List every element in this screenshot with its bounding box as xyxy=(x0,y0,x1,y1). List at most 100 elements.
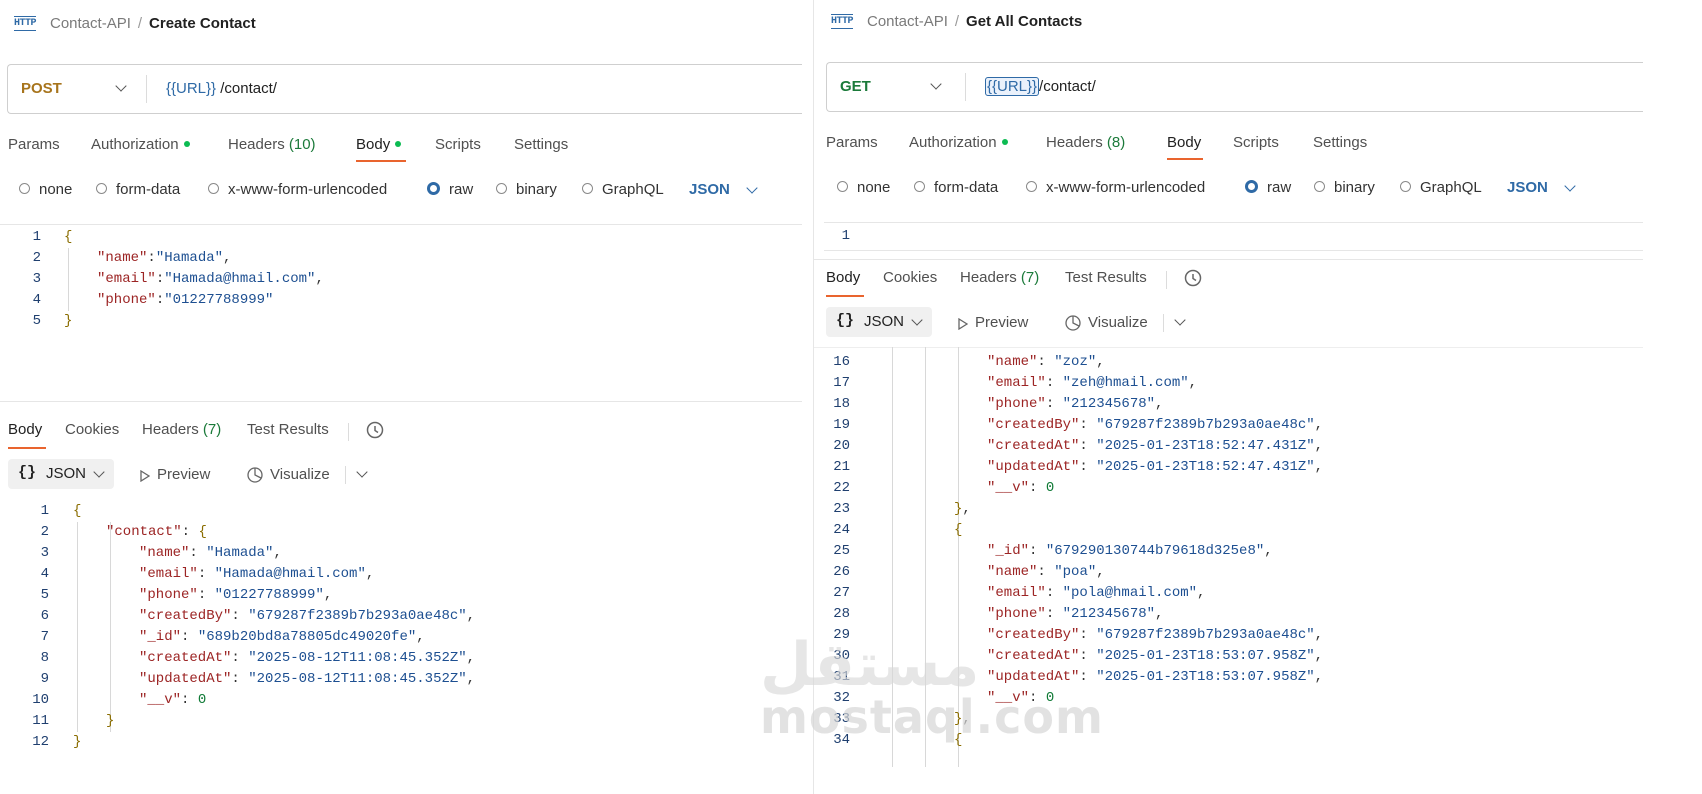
code-token: : xyxy=(1045,375,1063,391)
chevron-down-icon[interactable] xyxy=(746,182,758,194)
code-text: "__v": 0 xyxy=(987,478,1054,498)
chevron-down-icon[interactable] xyxy=(1174,314,1186,326)
line-number: 2 xyxy=(40,524,49,540)
tab-authorization[interactable]: Authorization xyxy=(91,136,190,153)
code-token: { xyxy=(64,229,73,245)
code-token: { xyxy=(198,524,207,540)
code-token: , xyxy=(1096,354,1105,370)
response-body-viewer[interactable]: 1{2 "contact": {3 "name": "Hamada", 4 "email… xyxy=(0,501,802,751)
breadcrumb-request[interactable]: Create Contact xyxy=(149,15,256,32)
request-body-editor[interactable]: 1 xyxy=(814,226,1643,250)
format-selector[interactable]: JSON xyxy=(689,181,730,198)
history-icon[interactable] xyxy=(1183,268,1203,293)
tab-body[interactable]: Body xyxy=(1167,134,1201,151)
code-line: 12} xyxy=(0,732,802,752)
code-text: "updatedAt": "2025-01-23T18:53:07.958Z", xyxy=(987,667,1323,687)
breadcrumb-request[interactable]: Get All Contacts xyxy=(966,13,1082,30)
url-path: /contact/ xyxy=(216,80,277,97)
response-format-button[interactable]: {} JSON xyxy=(8,459,114,489)
code-line: 16 "name": "zoz", xyxy=(814,352,1643,372)
response-format-button[interactable]: {} JSON xyxy=(826,307,932,337)
chevron-down-icon[interactable] xyxy=(930,78,942,90)
headers-count: (8) xyxy=(1106,134,1126,151)
line-number: 24 xyxy=(833,522,850,538)
code-token: , xyxy=(1314,648,1324,664)
code-token: "2025-01-23T18:52:47.431Z" xyxy=(1096,438,1315,454)
chevron-down-icon[interactable] xyxy=(115,80,127,92)
radio-form-data[interactable] xyxy=(914,181,925,192)
format-selector[interactable]: JSON xyxy=(1507,179,1548,196)
request-body-editor[interactable]: 1{2 "name":"Hamada", 3 "email":"Hamada@hmai… xyxy=(0,227,802,337)
response-tab-cookies[interactable]: Cookies xyxy=(883,269,937,286)
preview-button[interactable]: Preview xyxy=(958,314,1028,331)
divider xyxy=(0,401,802,402)
tab-scripts[interactable]: Scripts xyxy=(435,136,481,153)
visualize-button[interactable]: Visualize xyxy=(1064,314,1148,331)
divider xyxy=(814,259,1643,260)
code-text: "phone": "212345678", xyxy=(987,394,1163,414)
history-icon[interactable] xyxy=(365,420,385,445)
code-line: 25 "_id": "679290130744b79618d325e8", xyxy=(814,541,1643,561)
code-token: "2025-01-23T18:53:07.958Z" xyxy=(1096,669,1315,685)
response-format-label: JSON xyxy=(46,465,87,482)
label-graphql: GraphQL xyxy=(602,181,664,198)
code-token: : xyxy=(155,292,165,308)
line-number: 1 xyxy=(841,228,850,244)
code-text: "updatedAt": "2025-01-23T18:52:47.431Z", xyxy=(987,457,1323,477)
code-token: : xyxy=(1029,543,1046,559)
radio-raw[interactable] xyxy=(1245,180,1258,193)
code-text: { xyxy=(64,227,72,247)
response-tab-body[interactable]: Body xyxy=(826,269,860,286)
active-tab-indicator xyxy=(356,160,406,162)
chevron-down-icon[interactable] xyxy=(1564,180,1576,192)
tab-scripts[interactable]: Scripts xyxy=(1233,134,1279,151)
code-token: , xyxy=(1155,606,1164,622)
code-token: "01227788999" xyxy=(214,587,324,603)
url-input[interactable]: {{URL}} /contact/ xyxy=(166,80,277,97)
tab-settings[interactable]: Settings xyxy=(1313,134,1367,151)
radio-none[interactable] xyxy=(837,181,848,192)
code-token: "name" xyxy=(987,354,1038,370)
response-tab-cookies[interactable]: Cookies xyxy=(65,421,119,438)
code-token: "Hamada@hmail.com" xyxy=(164,271,316,287)
code-token: : xyxy=(1079,648,1097,664)
line-number: 4 xyxy=(40,566,49,582)
breadcrumb-collection[interactable]: Contact-API xyxy=(50,15,131,32)
response-tab-test-results[interactable]: Test Results xyxy=(247,421,329,438)
tab-params[interactable]: Params xyxy=(8,136,60,153)
tab-authorization[interactable]: Authorization xyxy=(909,134,1008,151)
tab-headers[interactable]: Headers (10) xyxy=(228,136,316,153)
radio-graphql[interactable] xyxy=(1400,181,1411,192)
code-token: "zeh@hmail.com" xyxy=(1062,375,1189,391)
tab-params[interactable]: Params xyxy=(826,134,878,151)
label-x-www-form-urlencoded: x-www-form-urlencoded xyxy=(228,181,388,198)
preview-button[interactable]: Preview xyxy=(140,466,210,483)
radio-x-www-form-urlencoded[interactable] xyxy=(208,183,219,194)
tab-body[interactable]: Body xyxy=(356,136,402,153)
radio-binary[interactable] xyxy=(1314,181,1325,192)
radio-binary[interactable] xyxy=(496,183,507,194)
divider xyxy=(824,222,1643,223)
url-input[interactable]: {{URL}}/contact/ xyxy=(985,77,1096,96)
response-tab-headers[interactable]: Headers (7) xyxy=(960,269,1039,286)
response-tab-headers[interactable]: Headers (7) xyxy=(142,421,221,438)
tab-settings[interactable]: Settings xyxy=(514,136,568,153)
play-icon xyxy=(140,469,151,482)
code-token: : xyxy=(231,650,249,666)
radio-graphql[interactable] xyxy=(582,183,593,194)
response-tab-test-results[interactable]: Test Results xyxy=(1065,269,1147,286)
method-selector[interactable]: POST xyxy=(21,80,62,97)
breadcrumb-collection[interactable]: Contact-API xyxy=(867,13,948,30)
code-token: "createdAt" xyxy=(139,650,232,666)
radio-x-www-form-urlencoded[interactable] xyxy=(1026,181,1037,192)
radio-raw[interactable] xyxy=(427,182,440,195)
chevron-down-icon[interactable] xyxy=(356,466,368,478)
code-line: 28 "phone": "212345678", xyxy=(814,604,1643,624)
radio-form-data[interactable] xyxy=(96,183,107,194)
code-token: , xyxy=(315,271,324,287)
response-tab-body[interactable]: Body xyxy=(8,421,42,438)
method-selector[interactable]: GET xyxy=(840,78,871,95)
visualize-button[interactable]: Visualize xyxy=(246,466,330,483)
radio-none[interactable] xyxy=(19,183,30,194)
tab-headers[interactable]: Headers (8) xyxy=(1046,134,1125,151)
